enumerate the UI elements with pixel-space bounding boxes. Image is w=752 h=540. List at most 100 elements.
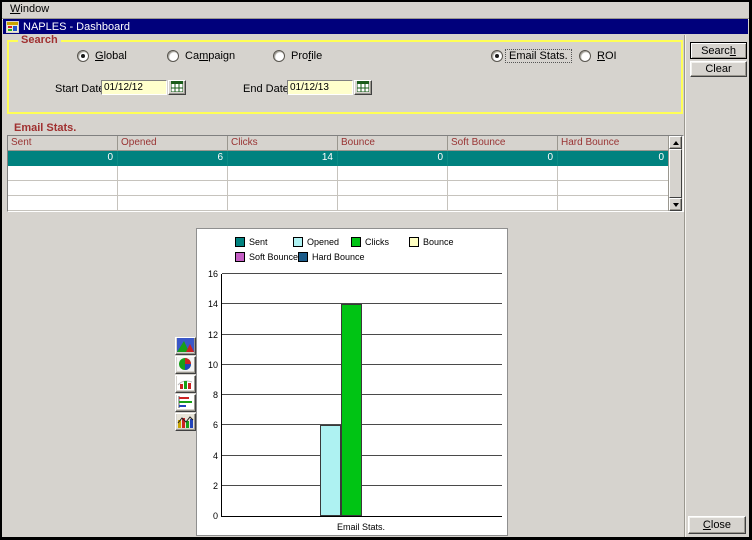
legend-item: Bounce: [409, 237, 467, 247]
column-header[interactable]: Bounce: [338, 136, 448, 151]
table-cell[interactable]: [338, 166, 448, 181]
table-cell[interactable]: [8, 166, 118, 181]
radio-circle-icon[interactable]: [579, 49, 591, 62]
table-cell[interactable]: [118, 196, 228, 211]
radio-circle-icon[interactable]: [167, 49, 179, 62]
mixed-chart-icon-button[interactable]: [175, 413, 196, 431]
end-date-input[interactable]: [287, 80, 353, 95]
area-chart-icon: [177, 337, 194, 355]
legend-swatch: [293, 237, 303, 247]
table-cell[interactable]: [228, 181, 338, 196]
table-cell[interactable]: 14: [228, 151, 338, 166]
table-row[interactable]: 0 6 14 0 0 0: [8, 151, 669, 166]
bar-chart-icon-button[interactable]: [175, 375, 196, 393]
radio-profile[interactable]: Profile: [273, 49, 325, 62]
bar-clicks: [341, 304, 362, 516]
table-cell[interactable]: [228, 196, 338, 211]
table-cell[interactable]: [558, 196, 669, 211]
table-cell[interactable]: [8, 181, 118, 196]
table-scrollbar[interactable]: [668, 136, 683, 211]
clear-button[interactable]: Clear: [690, 61, 747, 77]
legend-item: Soft Bounce: [235, 252, 298, 262]
table-cell[interactable]: 0: [338, 151, 448, 166]
table-cell[interactable]: [338, 181, 448, 196]
legend-item: Clicks: [351, 237, 409, 247]
pie-chart-icon-button[interactable]: [175, 356, 196, 374]
radio-label[interactable]: Global: [92, 50, 130, 62]
radio-campaign[interactable]: Campaign: [167, 49, 238, 62]
legend-item: Hard Bounce: [298, 252, 365, 262]
column-header[interactable]: Sent: [8, 136, 118, 151]
gridline: [222, 484, 502, 486]
table-cell[interactable]: [448, 166, 558, 181]
y-tick-label: 10: [207, 359, 218, 370]
table-header-row: Sent Opened Clicks Bounce Soft Bounce Hard Bo…: [8, 136, 669, 151]
table-cell[interactable]: 0: [448, 151, 558, 166]
column-header[interactable]: Soft Bounce: [448, 136, 558, 151]
legend-item: Opened: [293, 237, 351, 247]
table-caption: Email Stats.: [14, 122, 77, 134]
y-tick-label: 0: [212, 511, 218, 521]
gridline: [222, 454, 502, 456]
y-tick-label: 8: [212, 390, 218, 400]
x-axis-label: Email Stats.: [336, 522, 385, 532]
table-cell[interactable]: [8, 196, 118, 211]
radio-label[interactable]: Campaign: [182, 50, 238, 62]
table-cell[interactable]: 0: [558, 151, 669, 166]
table-row[interactable]: [8, 196, 669, 211]
calendar-icon: [170, 80, 184, 95]
chart-type-toolbar: [175, 337, 197, 432]
close-button[interactable]: Close: [688, 516, 746, 534]
column-header[interactable]: Hard Bounce: [558, 136, 669, 151]
table-cell[interactable]: [558, 166, 669, 181]
table-cell[interactable]: [228, 166, 338, 181]
radio-circle-icon[interactable]: [273, 49, 285, 62]
gridline: [222, 273, 502, 274]
table-row[interactable]: [8, 166, 669, 181]
hbar-chart-icon-button[interactable]: [175, 394, 196, 412]
start-date-label: Start Date: [55, 83, 105, 95]
table-cell[interactable]: [448, 196, 558, 211]
y-tick-label: 14: [207, 299, 218, 310]
legend-label: Hard Bounce: [312, 252, 365, 262]
table-body: 0 6 14 0 0 0: [8, 151, 669, 211]
table-cell[interactable]: 6: [118, 151, 228, 166]
start-date-calendar-button[interactable]: [168, 80, 186, 95]
radio-label[interactable]: Email Stats.: [505, 48, 572, 63]
table-row[interactable]: [8, 181, 669, 196]
scroll-up-button[interactable]: [669, 136, 682, 149]
area-chart-icon-button[interactable]: [175, 337, 196, 355]
gridline: [222, 424, 502, 426]
scroll-down-button[interactable]: [669, 198, 682, 211]
title-bar[interactable]: NAPLES - Dashboard: [3, 19, 748, 34]
radio-circle-icon[interactable]: [491, 49, 503, 62]
radio-label[interactable]: Profile: [288, 50, 325, 62]
menu-window[interactable]: Window: [5, 2, 54, 17]
legend-label: Soft Bounce: [249, 252, 299, 262]
search-button[interactable]: Search: [690, 42, 747, 59]
radio-circle-icon[interactable]: [77, 49, 89, 62]
legend-swatch: [235, 252, 245, 262]
gridline: [222, 394, 502, 395]
table-cell[interactable]: [338, 196, 448, 211]
legend-label: Bounce: [423, 237, 454, 247]
radio-label[interactable]: ROI: [594, 50, 620, 62]
end-date-calendar-button[interactable]: [354, 80, 372, 95]
chart-panel: Sent Opened Clicks Bounce Soft Bounce Hard B…: [196, 228, 508, 536]
scrollbar-thumb[interactable]: [669, 149, 682, 198]
column-header[interactable]: Opened: [118, 136, 228, 151]
table-cell[interactable]: [558, 181, 669, 196]
table-cell[interactable]: [448, 181, 558, 196]
column-header[interactable]: Clicks: [228, 136, 338, 151]
app-window: Window NAPLES - Dashboard Search Global …: [2, 2, 749, 537]
table-cell[interactable]: [118, 166, 228, 181]
table-cell[interactable]: [118, 181, 228, 196]
table-cell[interactable]: 0: [8, 151, 118, 166]
hbar-chart-icon: [177, 394, 194, 412]
radio-global[interactable]: Global: [77, 49, 130, 62]
legend-row-2: Soft Bounce Hard Bounce: [197, 252, 507, 262]
radio-roi[interactable]: ROI: [579, 49, 620, 62]
start-date-input[interactable]: [101, 80, 167, 95]
y-tick-label: 4: [212, 450, 218, 461]
radio-email-stats[interactable]: Email Stats.: [491, 48, 572, 63]
